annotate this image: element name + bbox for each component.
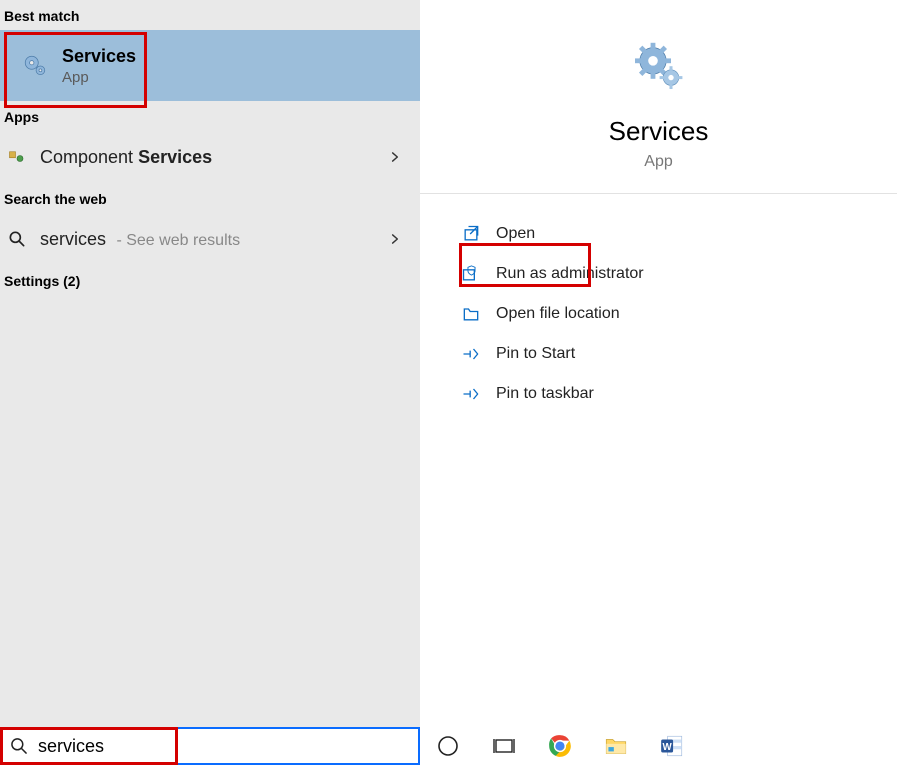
cortana-icon[interactable] [434, 732, 462, 760]
preview-hero: Services App [420, 0, 897, 194]
web-header: Search the web [0, 183, 420, 213]
taskbar: W [420, 727, 897, 765]
gears-icon [629, 38, 689, 98]
search-input[interactable] [38, 736, 418, 757]
action-run-admin[interactable]: Run as administrator [460, 254, 897, 294]
apps-item-component-services[interactable]: Component Services [0, 131, 420, 183]
chevron-right-icon[interactable] [388, 232, 402, 246]
open-icon [460, 223, 482, 245]
best-match-title: Services [62, 46, 136, 67]
shield-icon [460, 263, 482, 285]
pin-icon [460, 343, 482, 365]
actions-list: Open Run as administrator Open file loca… [420, 194, 897, 414]
preview-subtitle: App [644, 153, 672, 171]
search-icon [6, 228, 28, 250]
gears-icon [22, 53, 48, 79]
action-label: Open [496, 225, 535, 243]
search-results-panel: Best match Services App Apps [0, 0, 420, 727]
action-label: Pin to Start [496, 345, 575, 363]
svg-text:W: W [663, 742, 673, 753]
action-label: Run as administrator [496, 265, 644, 283]
action-file-location[interactable]: Open file location [460, 294, 897, 334]
task-view-icon[interactable] [490, 732, 518, 760]
action-label: Pin to taskbar [496, 385, 594, 403]
web-item-label: services - See web results [40, 229, 240, 250]
search-bar[interactable] [0, 727, 420, 765]
action-open[interactable]: Open [460, 214, 897, 254]
file-explorer-icon[interactable] [602, 732, 630, 760]
web-item-services[interactable]: services - See web results [0, 213, 420, 265]
pin-icon [460, 383, 482, 405]
settings-header: Settings (2) [0, 265, 420, 295]
chevron-right-icon[interactable] [388, 150, 402, 164]
apps-item-label: Component Services [40, 147, 212, 168]
component-services-icon [6, 146, 28, 168]
preview-panel: Services App Open Run as administrator [420, 0, 897, 727]
apps-header: Apps [0, 101, 420, 131]
best-match-subtitle: App [62, 69, 136, 86]
chrome-icon[interactable] [546, 732, 574, 760]
preview-title: Services [609, 116, 709, 147]
folder-icon [460, 303, 482, 325]
action-label: Open file location [496, 305, 620, 323]
best-match-services[interactable]: Services App [0, 30, 420, 101]
action-pin-taskbar[interactable]: Pin to taskbar [460, 374, 897, 414]
best-match-header: Best match [0, 0, 420, 30]
word-icon[interactable]: W [658, 732, 686, 760]
action-pin-start[interactable]: Pin to Start [460, 334, 897, 374]
search-icon [8, 735, 30, 757]
